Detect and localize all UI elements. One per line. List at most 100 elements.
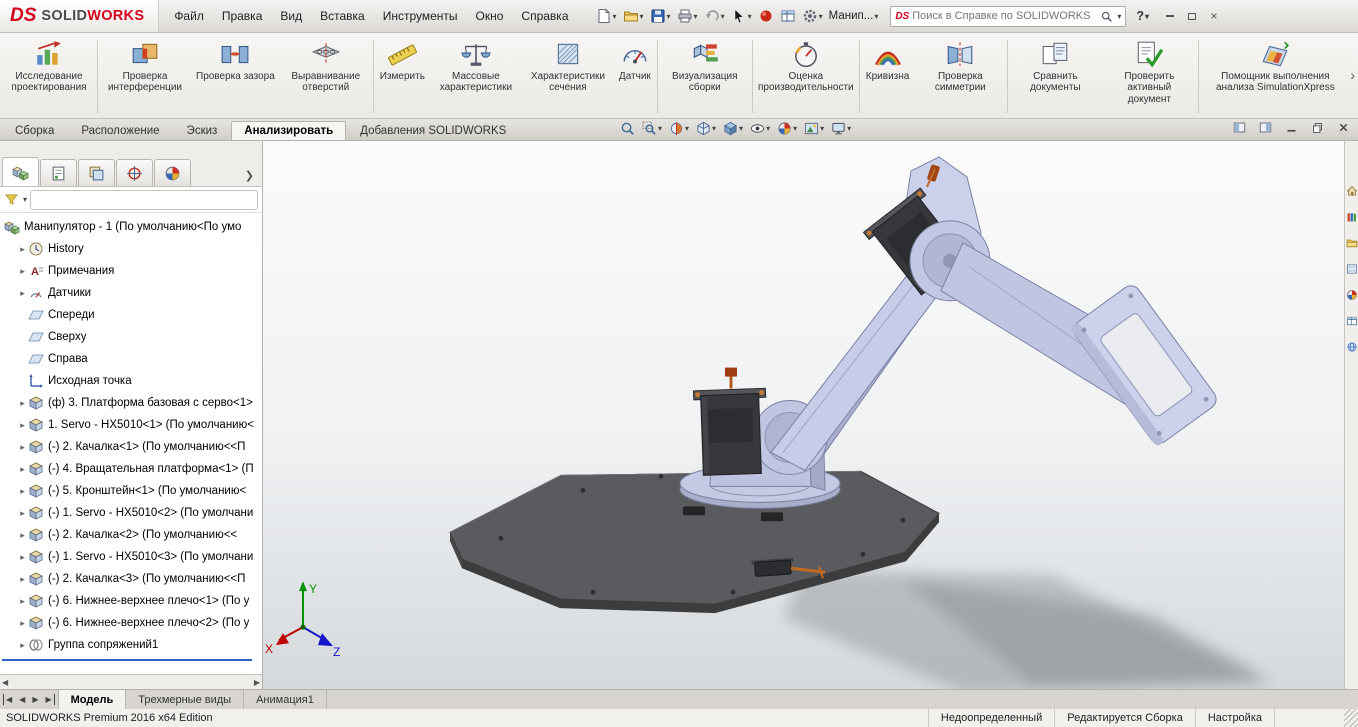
search-input[interactable] (912, 10, 1097, 22)
options-button[interactable]: ▾ (800, 6, 825, 26)
panel-tabs-chevron[interactable]: ❯ (239, 165, 260, 186)
filter-funnel-icon[interactable] (4, 192, 19, 207)
scroll-right-button[interactable]: ▶ (254, 678, 260, 687)
minimize-button[interactable] (1159, 7, 1181, 25)
view-orientation-button[interactable]: ▾ (696, 121, 716, 136)
expand-arrow-icon[interactable]: ▸ (17, 420, 28, 431)
open-document-button[interactable]: ▾ (621, 6, 646, 26)
tree-item-right-plane[interactable]: Справа (0, 348, 262, 370)
tab-feature-manager[interactable] (2, 157, 39, 186)
expand-arrow-icon[interactable]: ▸ (17, 288, 28, 299)
menu-view[interactable]: Вид (271, 5, 311, 27)
expand-arrow-icon[interactable]: ▸ (17, 508, 28, 519)
close-button[interactable]: × (1203, 7, 1225, 25)
ribbon-button-check-active-document[interactable]: Проверить активный документ (1101, 35, 1197, 118)
expand-arrow-icon[interactable]: ▸ (17, 618, 28, 629)
ribbon-button-simulationxpress[interactable]: Помощник выполнения анализа SimulationXp… (1200, 35, 1350, 118)
undo-button[interactable]: ▾ (702, 6, 727, 26)
expand-arrow-icon[interactable]: ▸ (17, 464, 28, 475)
3d-scene[interactable]: Y X Z (263, 141, 1344, 689)
tree-item-component[interactable]: ▸ (ф) 3. Платформа базовая с серво<1> (0, 392, 262, 414)
ribbon-button-measure[interactable]: Измерить (375, 35, 430, 118)
tab-animation1[interactable]: Анимация1 (244, 690, 327, 709)
menu-window[interactable]: Окно (467, 5, 513, 27)
print-button[interactable]: ▾ (675, 6, 700, 26)
scroll-left-button[interactable]: ◀ (2, 678, 8, 687)
expand-arrow-icon[interactable]: ▸ (17, 398, 28, 409)
expand-arrow-icon[interactable]: ▸ (17, 266, 28, 277)
tree-item-assembly-root[interactable]: Манипулятор - 1 (По умолчанию<По умо (0, 216, 262, 238)
forum-icon[interactable] (1346, 341, 1358, 353)
ribbon-button-symmetry-check[interactable]: Проверка симметрии (914, 35, 1006, 118)
pane-left-icon[interactable] (1233, 121, 1246, 134)
home-icon[interactable] (1346, 185, 1358, 197)
menu-help[interactable]: Справка (512, 5, 577, 27)
last-tab-button[interactable]: ▶ (43, 694, 54, 705)
tab-3d-views[interactable]: Трехмерные виды (126, 690, 244, 709)
tree-item-component[interactable]: ▸ (-) 2. Качалка<2> (По умолчанию<< (0, 524, 262, 546)
tab-property-manager[interactable] (40, 159, 77, 186)
tree-item-component[interactable]: ▸ (-) 6. Нижнее-верхнее плечо<1> (По у (0, 590, 262, 612)
ribbon-button-compare-documents[interactable]: Сравнить документы (1009, 35, 1101, 118)
view-palette-icon[interactable] (1346, 263, 1358, 275)
expand-arrow-icon[interactable]: ▸ (17, 552, 28, 563)
edit-appearance-button[interactable]: ▾ (777, 121, 797, 136)
tab-display-manager[interactable] (154, 159, 191, 186)
document-dropdown[interactable]: Манип...▾ (825, 8, 883, 24)
customize-status-button[interactable]: Настройка (1195, 709, 1274, 727)
section-view-button[interactable]: ▾ (669, 121, 689, 136)
prev-tab-button[interactable]: ◀ (17, 694, 27, 705)
resize-grip[interactable] (1344, 709, 1358, 727)
ribbon-button-mass-properties[interactable]: Массовые характеристики (430, 35, 522, 118)
ribbon-button-sensor[interactable]: Датчик (614, 35, 656, 118)
tree-item-component[interactable]: ▸ (-) 5. Кронштейн<1> (По умолчанию< (0, 480, 262, 502)
restore-button[interactable] (1181, 7, 1203, 25)
tree-end-bar[interactable] (2, 659, 252, 661)
ribbon-button-interference-check[interactable]: Проверка интерференции (99, 35, 191, 118)
next-tab-button[interactable]: ▶ (30, 694, 40, 705)
expand-arrow-icon[interactable]: ▸ (17, 486, 28, 497)
minimize-document-icon[interactable] (1285, 121, 1298, 134)
menu-edit[interactable]: Правка (213, 5, 272, 27)
ribbon-button-clearance-check[interactable]: Проверка зазора (191, 35, 280, 118)
apply-scene-button[interactable]: ▾ (804, 121, 824, 136)
zoom-to-area-button[interactable]: ▾ (642, 121, 662, 136)
tree-item-component[interactable]: ▸ (-) 6. Нижнее-верхнее плечо<2> (По у (0, 612, 262, 634)
ribbon-overflow-chevron[interactable]: › (1350, 67, 1355, 83)
zoom-to-fit-button[interactable] (620, 121, 635, 136)
custom-properties-icon[interactable] (1346, 315, 1358, 327)
new-document-button[interactable]: ▾ (594, 6, 619, 26)
first-tab-button[interactable]: ◀ (3, 694, 14, 705)
menu-tools[interactable]: Инструменты (374, 5, 467, 27)
tab-solidworks-addins[interactable]: Добавления SOLIDWORKS (347, 121, 519, 140)
help-button[interactable]: ?▾ (1132, 7, 1153, 25)
tree-filter-input[interactable] (30, 190, 258, 210)
tab-assembly[interactable]: Сборка (2, 121, 67, 140)
tab-dimxpert-manager[interactable] (116, 159, 153, 186)
tab-sketch[interactable]: Эскиз (174, 121, 231, 140)
expand-arrow-icon[interactable]: ▸ (17, 530, 28, 541)
task-scheduler-button[interactable] (778, 6, 798, 26)
restore-document-icon[interactable] (1311, 121, 1324, 134)
expand-arrow-icon[interactable]: ▸ (17, 244, 28, 255)
tree-item-component[interactable]: ▸ (-) 1. Servo - HX5010<2> (По умолчани (0, 502, 262, 524)
expand-arrow-icon[interactable]: ▸ (17, 596, 28, 607)
tree-item-component[interactable]: ▸ (-) 2. Качалка<1> (По умолчанию<<П (0, 436, 262, 458)
tree-item-component[interactable]: ▸ (-) 2. Качалка<3> (По умолчанию<<П (0, 568, 262, 590)
close-document-icon[interactable] (1337, 121, 1350, 134)
tree-item-mates-group[interactable]: ▸ Группа сопряжений1 (0, 634, 262, 656)
tab-evaluate[interactable]: Анализировать (231, 121, 346, 140)
expand-arrow-icon[interactable]: ▸ (17, 640, 28, 651)
tab-model[interactable]: Модель (59, 690, 127, 709)
pane-right-icon[interactable] (1259, 121, 1272, 134)
tree-item-top-plane[interactable]: Сверху (0, 326, 262, 348)
ribbon-button-assembly-visualization[interactable]: Визуализация сборки (659, 35, 751, 118)
display-style-button[interactable]: ▾ (723, 121, 743, 136)
view-settings-button[interactable]: ▾ (831, 121, 851, 136)
search-icon[interactable] (1100, 10, 1113, 23)
ribbon-button-performance-evaluation[interactable]: Оценка производительности (754, 35, 858, 118)
expand-arrow-icon[interactable]: ▸ (17, 574, 28, 585)
tree-item-annotations[interactable]: ▸ A Примечания (0, 260, 262, 282)
tab-configuration-manager[interactable] (78, 159, 115, 186)
graphics-area[interactable]: Y X Z (263, 141, 1344, 689)
